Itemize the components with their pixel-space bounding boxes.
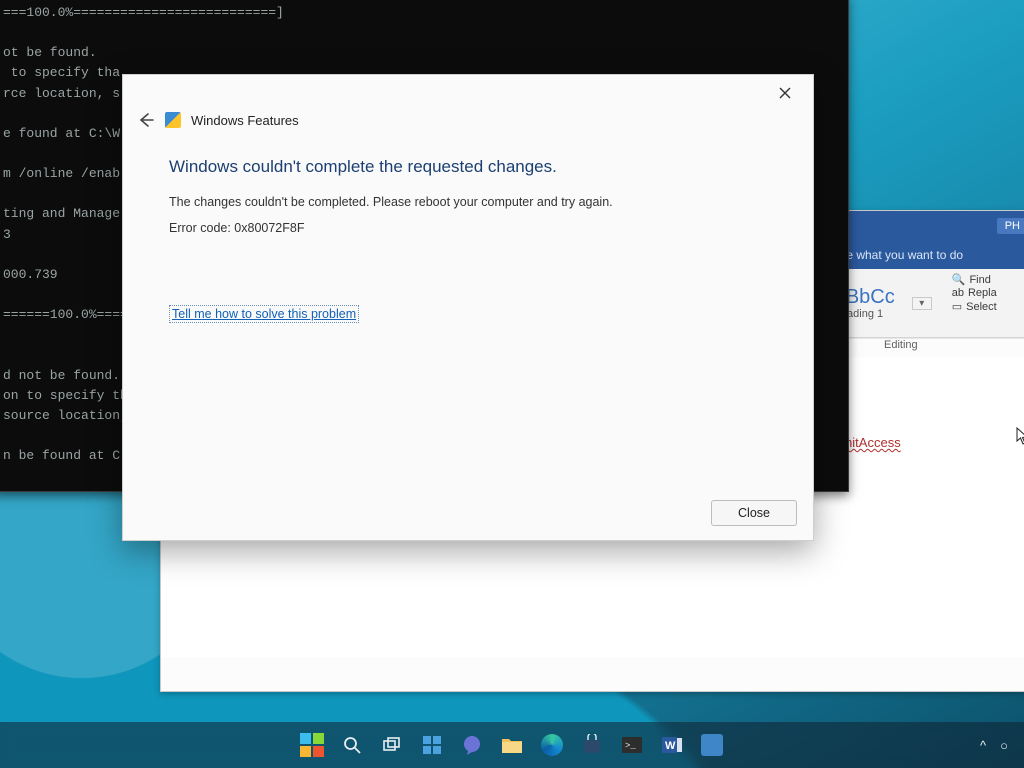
- cursor-icon: ▭: [952, 300, 962, 313]
- close-button[interactable]: Close: [711, 500, 797, 526]
- dialog-heading: Windows couldn't complete the requested …: [169, 157, 767, 177]
- store-icon: [581, 734, 603, 756]
- task-view[interactable]: [379, 732, 405, 758]
- taskbar-file-explorer[interactable]: [499, 732, 525, 758]
- dialog-message: The changes couldn't be completed. Pleas…: [169, 195, 767, 209]
- systray-chevron-up-icon[interactable]: ^: [980, 738, 986, 753]
- taskbar-systray[interactable]: ^ ○: [980, 738, 1008, 753]
- app-icon: [701, 734, 723, 756]
- taskbar[interactable]: >_ W ^ ○: [0, 722, 1024, 768]
- word-user-initials[interactable]: PH: [997, 218, 1024, 234]
- windows-features-dialog: Windows Features Windows couldn't comple…: [122, 74, 814, 541]
- folder-icon: [501, 735, 523, 755]
- search-icon: [342, 735, 362, 755]
- edge-icon: [541, 734, 563, 756]
- find-button[interactable]: 🔍Find: [952, 273, 1024, 286]
- editing-section-label[interactable]: Editing: [884, 339, 918, 351]
- search-icon: 🔍: [952, 273, 966, 286]
- dialog-breadcrumb-title: Windows Features: [191, 113, 299, 128]
- taskbar-store[interactable]: [579, 732, 605, 758]
- taskbar-edge[interactable]: [539, 732, 565, 758]
- dialog-titlebar[interactable]: [123, 75, 813, 111]
- taskbar-search[interactable]: [339, 732, 365, 758]
- mouse-cursor-icon: [1016, 427, 1024, 445]
- svg-text:>_: >_: [625, 741, 636, 751]
- back-button[interactable]: [137, 111, 155, 129]
- styles-gallery-more[interactable]: ▾: [912, 297, 932, 310]
- terminal-icon: >_: [621, 736, 643, 754]
- control-panel-shield-icon: [165, 112, 181, 128]
- dialog-error-code: Error code: 0x80072F8F: [169, 221, 767, 235]
- replace-icon: ab: [952, 287, 964, 299]
- systray-circle-icon[interactable]: ○: [1000, 738, 1008, 753]
- taskbar-app-generic[interactable]: [699, 732, 725, 758]
- dialog-close-x[interactable]: [765, 79, 805, 107]
- word-icon: W: [661, 734, 683, 756]
- taskbar-widgets[interactable]: [419, 732, 445, 758]
- select-button[interactable]: ▭Select: [952, 300, 1024, 313]
- svg-text:W: W: [665, 740, 676, 752]
- taskbar-terminal[interactable]: >_: [619, 732, 645, 758]
- task-view-icon: [382, 735, 402, 755]
- widgets-icon: [421, 734, 443, 756]
- back-arrow-icon: [137, 111, 155, 129]
- taskbar-chat[interactable]: [459, 732, 485, 758]
- close-icon: [779, 87, 791, 99]
- ribbon-editing-group: 🔍Find abRepla ▭Select: [952, 269, 1024, 337]
- solve-problem-link[interactable]: Tell me how to solve this problem: [169, 305, 359, 323]
- chat-icon: [461, 734, 483, 756]
- taskbar-word[interactable]: W: [659, 732, 685, 758]
- replace-button[interactable]: abRepla: [952, 287, 1024, 299]
- windows-logo-icon: [300, 733, 324, 757]
- start-button[interactable]: [299, 732, 325, 758]
